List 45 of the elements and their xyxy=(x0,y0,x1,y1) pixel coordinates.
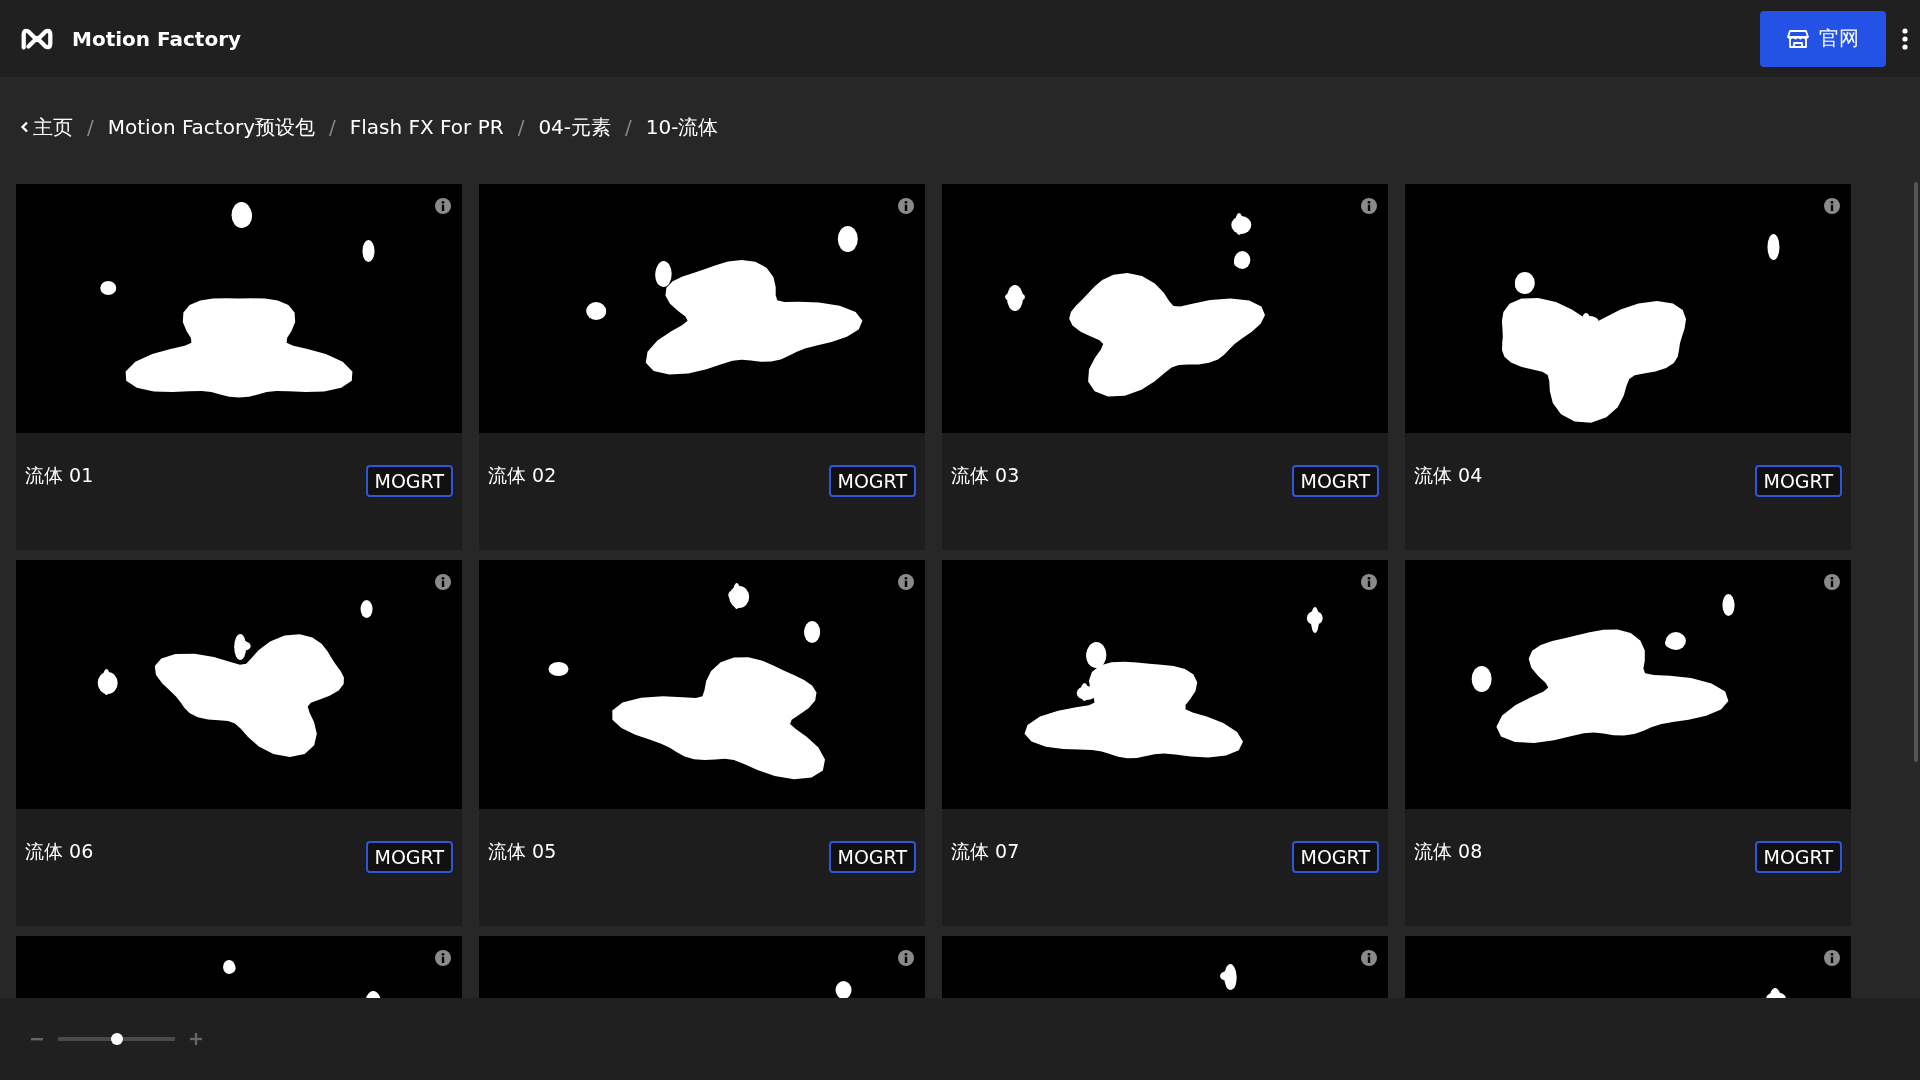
info-icon[interactable] xyxy=(1824,950,1840,966)
more-menu-icon[interactable] xyxy=(1902,27,1908,50)
breadcrumb-separator: / xyxy=(625,115,632,139)
info-icon[interactable] xyxy=(1824,574,1840,590)
card-title: 流体 05 xyxy=(488,839,557,864)
info-icon[interactable] xyxy=(898,950,914,966)
info-icon[interactable] xyxy=(435,198,451,214)
card-title: 流体 08 xyxy=(1414,839,1483,864)
format-badge: MOGRT xyxy=(1754,465,1842,497)
format-badge: MOGRT xyxy=(828,841,916,873)
website-button[interactable]: 官网 xyxy=(1760,10,1886,67)
format-badge: MOGRT xyxy=(1291,465,1379,497)
info-icon[interactable] xyxy=(898,574,914,590)
slider-thumb[interactable] xyxy=(110,1033,123,1045)
format-badge: MOGRT xyxy=(365,465,453,497)
store-icon xyxy=(1787,28,1809,49)
card-title: 流体 04 xyxy=(1414,463,1483,488)
card-title: 流体 01 xyxy=(25,463,94,488)
card-title: 流体 03 xyxy=(951,463,1020,488)
info-icon[interactable] xyxy=(1824,198,1840,214)
info-icon[interactable] xyxy=(1361,950,1377,966)
breadcrumb-link[interactable]: Motion Factory预设包 xyxy=(107,113,315,141)
format-badge: MOGRT xyxy=(1291,841,1379,873)
card-title: 流体 06 xyxy=(25,839,94,864)
breadcrumb-link[interactable]: 04-元素 xyxy=(538,113,612,141)
breadcrumb-link[interactable]: Flash FX For PR xyxy=(349,115,504,139)
card-title: 流体 07 xyxy=(951,839,1020,864)
format-badge: MOGRT xyxy=(365,841,453,873)
breadcrumb-separator: / xyxy=(87,115,94,139)
info-icon[interactable] xyxy=(898,198,914,214)
plus-icon[interactable] xyxy=(189,1032,203,1046)
breadcrumb-separator: / xyxy=(517,115,525,139)
app-name: Motion Factory xyxy=(72,26,242,51)
chevron-left-icon xyxy=(20,121,29,133)
card-title: 流体 02 xyxy=(488,463,557,488)
breadcrumb-separator: / xyxy=(328,115,336,139)
info-icon[interactable] xyxy=(435,950,451,966)
scrollbar[interactable] xyxy=(1914,182,1918,762)
info-icon[interactable] xyxy=(435,574,451,590)
format-badge: MOGRT xyxy=(1754,841,1842,873)
format-badge: MOGRT xyxy=(828,465,916,497)
info-icon[interactable] xyxy=(1361,198,1377,214)
breadcrumb-link[interactable]: 10-流体 xyxy=(645,113,719,141)
info-icon[interactable] xyxy=(1361,574,1377,590)
breadcrumb-link[interactable]: 主页 xyxy=(20,113,73,141)
